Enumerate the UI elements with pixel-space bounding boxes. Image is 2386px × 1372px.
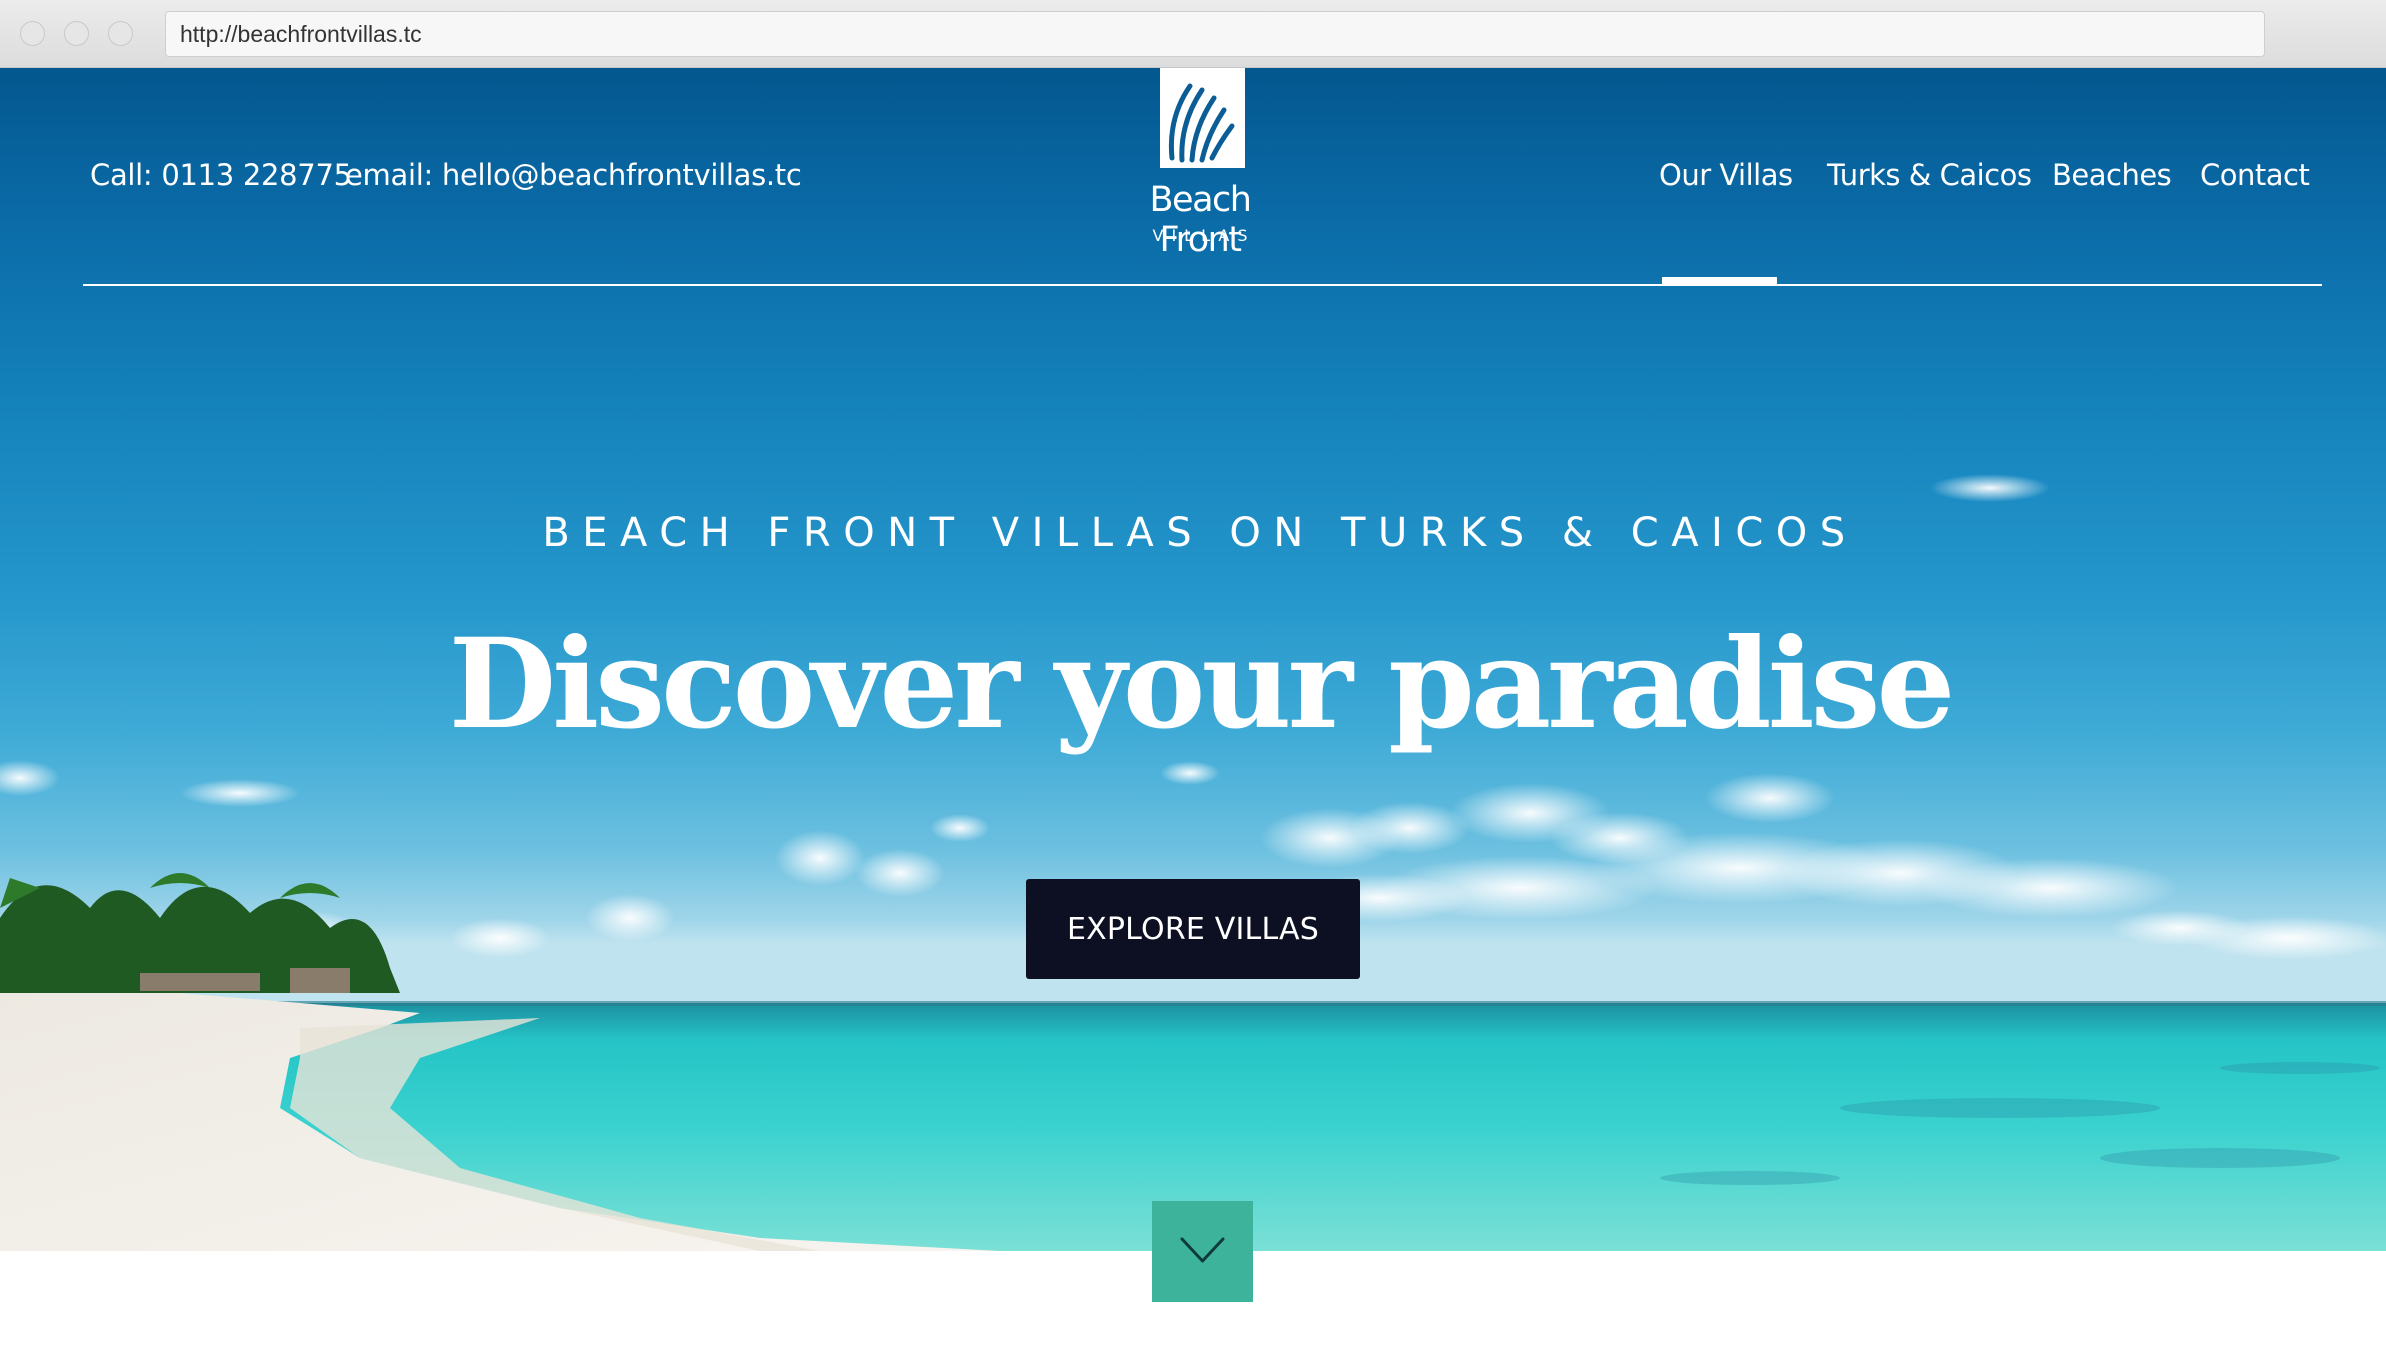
- nav-contact[interactable]: Contact: [2200, 158, 2310, 192]
- window-minimize-button[interactable]: [64, 21, 89, 46]
- logo-title: Beach Front: [1149, 180, 1252, 260]
- hero-title: Discover your paradise: [448, 612, 1956, 757]
- shell-logo-icon: [1160, 68, 1245, 168]
- hero-section: Call: 0113 228775 email: hello@beachfron…: [0, 68, 2386, 1251]
- chevron-down-icon: [1180, 1237, 1225, 1263]
- site-logo[interactable]: Beach Front VILLAS: [1110, 68, 1290, 260]
- active-nav-indicator: [1662, 277, 1777, 285]
- scroll-down-button[interactable]: [1152, 1201, 1253, 1302]
- nav-beaches[interactable]: Beaches: [2052, 158, 2172, 192]
- email-address[interactable]: email: hello@beachfrontvillas.tc: [345, 158, 802, 192]
- window-zoom-button[interactable]: [108, 21, 133, 46]
- phone-number[interactable]: Call: 0113 228775: [90, 158, 352, 192]
- hero-kicker: BEACH FRONT VILLAS ON TURKS & CAICOS: [542, 510, 1858, 556]
- nav-our-villas[interactable]: Our Villas: [1659, 158, 1793, 192]
- logo-subtitle: VILLAS: [1152, 226, 1256, 245]
- window-close-button[interactable]: [20, 21, 45, 46]
- header-divider: [83, 284, 2322, 286]
- nav-turks-caicos[interactable]: Turks & Caicos: [1827, 158, 2032, 192]
- explore-villas-button[interactable]: EXPLORE VILLAS: [1026, 879, 1360, 979]
- browser-toolbar: http://beachfrontvillas.tc: [0, 0, 2386, 68]
- address-bar[interactable]: http://beachfrontvillas.tc: [165, 11, 2265, 57]
